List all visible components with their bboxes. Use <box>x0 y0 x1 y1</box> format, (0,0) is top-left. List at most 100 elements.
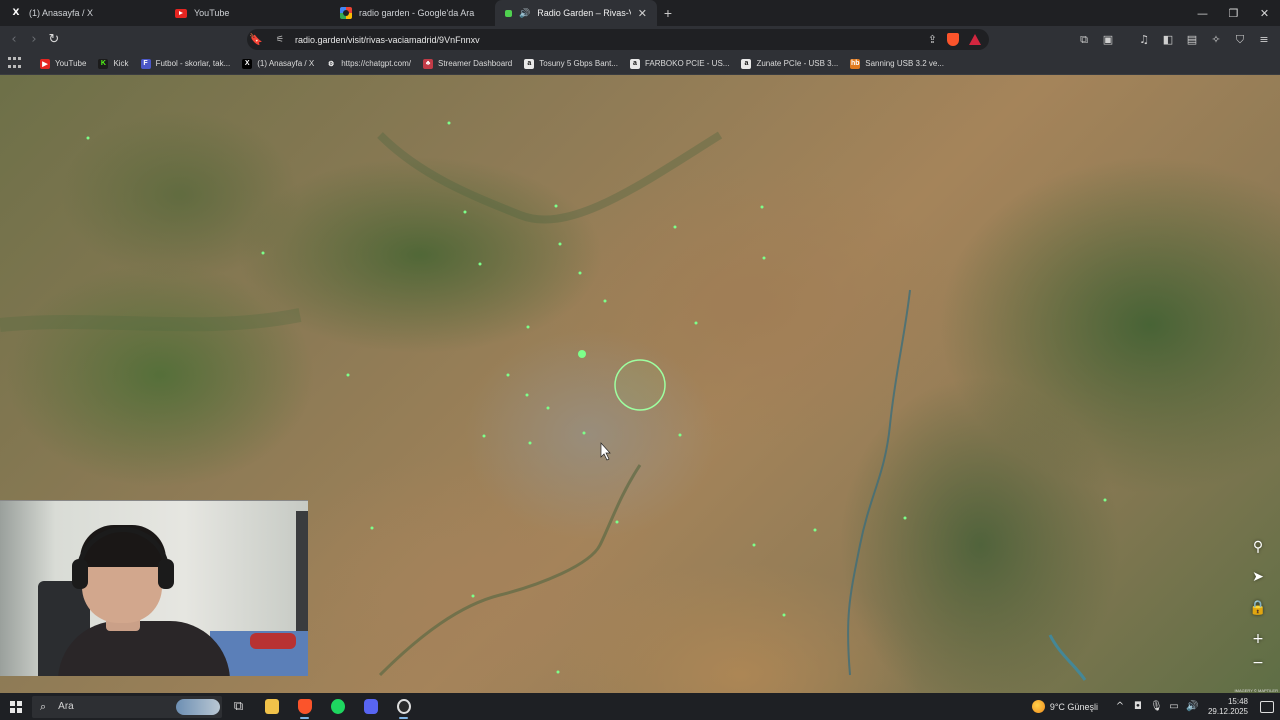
bookmark-item[interactable]: K Kick <box>92 58 134 69</box>
volume-icon[interactable]: 🔊 <box>1186 701 1198 712</box>
forward-button[interactable]: › <box>24 29 44 51</box>
brave-shield-icon[interactable] <box>947 33 959 46</box>
tab-radio-garden[interactable]: 🔊 Radio Garden – Rivas-Vaciam ✕ <box>495 0 657 26</box>
brave-browser-icon[interactable] <box>288 693 321 720</box>
leo-ai-icon[interactable]: ✧ <box>1206 30 1226 49</box>
station-dot[interactable] <box>558 242 562 246</box>
close-tab-icon[interactable]: ✕ <box>638 7 647 20</box>
taskbar-search[interactable]: ⌕ Ara <box>32 695 222 718</box>
url-text[interactable]: radio.garden/visit/rivas-vaciamadrid/9Vn… <box>295 35 480 45</box>
station-dot[interactable] <box>1103 498 1107 502</box>
network-icon[interactable]: ▭ <box>1168 701 1180 712</box>
site-info-icon[interactable]: ⚟ <box>276 35 284 45</box>
bookmark-item[interactable]: ▶ YouTube <box>34 58 92 69</box>
share-icon[interactable]: ⇪ <box>928 33 937 46</box>
station-dot[interactable] <box>582 431 586 435</box>
weather-widget[interactable]: 9°C Güneşli <box>1031 700 1098 713</box>
station-dot[interactable] <box>578 271 582 275</box>
maximize-button[interactable]: ❐ <box>1218 0 1249 26</box>
new-tab-button[interactable]: + <box>657 0 679 26</box>
tab-youtube[interactable]: YouTube <box>165 0 330 26</box>
task-view-icon[interactable]: ⧉ <box>222 693 255 720</box>
station-dot[interactable] <box>478 262 482 266</box>
bookmark-icon[interactable]: 🔖 <box>249 33 263 46</box>
playing-dot-icon <box>505 9 512 17</box>
wallet-card-icon[interactable]: ▤ <box>1182 30 1202 49</box>
bookmark-item[interactable]: a Zunate PCIe - USB 3... <box>735 58 844 69</box>
start-button[interactable] <box>0 693 32 720</box>
clock[interactable]: 15:48 29.12.2025 <box>1208 697 1248 717</box>
station-dot[interactable] <box>603 299 607 303</box>
notification-icon[interactable] <box>1260 700 1274 713</box>
station-dot[interactable] <box>678 433 682 437</box>
bookmark-label: YouTube <box>55 59 87 68</box>
station-dot[interactable] <box>556 670 560 674</box>
minimize-button[interactable]: — <box>1187 0 1218 26</box>
address-bar[interactable]: 🔖 ⚟ radio.garden/visit/rivas-vaciamadrid… <box>247 29 989 50</box>
bookmark-item[interactable]: F Futbol - skorlar, tak... <box>135 58 237 69</box>
station-dot[interactable] <box>506 373 510 377</box>
microphone-icon[interactable]: 🎙 <box>1150 701 1163 712</box>
bookmark-item[interactable]: a FARBOKO PCIE - US... <box>624 58 735 69</box>
spotify-icon[interactable] <box>321 693 354 720</box>
zoom-out-icon[interactable]: − <box>1248 653 1268 673</box>
lock-icon[interactable]: 🔒 <box>1248 598 1268 618</box>
file-explorer-icon[interactable] <box>255 693 288 720</box>
station-dot[interactable] <box>471 594 475 598</box>
station-dot[interactable] <box>86 136 90 140</box>
extensions-icon[interactable]: ⧉ <box>1074 30 1094 49</box>
station-dot[interactable] <box>346 373 350 377</box>
back-button[interactable]: ‹ <box>4 29 24 51</box>
station-dot[interactable] <box>903 516 907 520</box>
x-logo-icon: X <box>12 8 20 18</box>
station-dot[interactable] <box>447 121 451 125</box>
brave-rewards-icon[interactable] <box>969 34 981 45</box>
wallet-icon[interactable]: ▣ <box>1098 30 1118 49</box>
media-icon[interactable]: ♫ <box>1134 30 1154 49</box>
station-dot[interactable] <box>813 528 817 532</box>
station-dot[interactable] <box>615 520 619 524</box>
search-highlight-image <box>176 698 220 715</box>
mouse-cursor-icon <box>600 442 611 461</box>
bookmark-item[interactable]: hb Sanning USB 3.2 ve... <box>844 58 950 69</box>
station-dot[interactable] <box>762 256 766 260</box>
sidebar-icon[interactable]: ◧ <box>1158 30 1178 49</box>
menu-icon[interactable]: ≡ <box>1254 30 1274 49</box>
apps-grid-icon[interactable] <box>8 56 24 71</box>
station-dot[interactable] <box>261 251 265 255</box>
zoom-in-icon[interactable]: + <box>1248 629 1268 649</box>
station-dot[interactable] <box>782 613 786 617</box>
selected-station-ring[interactable] <box>614 359 666 411</box>
reload-button[interactable]: ↻ <box>44 29 64 51</box>
tab-google-search[interactable]: radio garden - Google'da Ara <box>330 0 495 26</box>
station-dot[interactable] <box>528 441 532 445</box>
station-dot[interactable] <box>525 393 529 397</box>
station-dot[interactable] <box>370 526 374 530</box>
speaker-icon[interactable]: 🔊 <box>519 8 530 19</box>
obs-icon[interactable] <box>387 693 420 720</box>
browser-toolbar: ‹ › ↻ 🔖 ⚟ radio.garden/visit/rivas-vacia… <box>0 26 1280 53</box>
bookmark-item[interactable]: X (1) Anasayfa / X <box>236 58 320 69</box>
station-dot[interactable] <box>526 325 530 329</box>
station-dot[interactable] <box>546 406 550 410</box>
locate-arrow-icon[interactable]: ➤ <box>1248 567 1268 587</box>
show-hidden-icons[interactable]: ^ <box>1114 701 1126 712</box>
station-dot[interactable] <box>760 205 764 209</box>
bookmark-item[interactable]: ⚙ https://chatgpt.com/ <box>320 58 417 69</box>
vpn-icon[interactable]: ⛉ <box>1230 30 1250 49</box>
station-dot[interactable] <box>694 321 698 325</box>
station-dot[interactable] <box>482 434 486 438</box>
bookmark-item[interactable]: a Tosuny 5 Gbps Bant... <box>518 58 624 69</box>
map-pin-icon[interactable]: ⚲ <box>1248 537 1268 557</box>
station-dot[interactable] <box>554 204 558 208</box>
tab-x[interactable]: X (1) Anasayfa / X <box>0 0 165 26</box>
bookmark-item[interactable]: ♣ Streamer Dashboard <box>417 58 518 69</box>
camera-icon[interactable]: ◘ <box>1132 701 1144 712</box>
discord-icon[interactable] <box>354 693 387 720</box>
close-window-button[interactable]: ✕ <box>1249 0 1280 26</box>
station-dot[interactable] <box>463 210 467 214</box>
station-dot[interactable] <box>752 543 756 547</box>
search-placeholder: Ara <box>58 701 74 712</box>
station-dot[interactable] <box>673 225 677 229</box>
active-station-marker[interactable] <box>578 350 586 358</box>
